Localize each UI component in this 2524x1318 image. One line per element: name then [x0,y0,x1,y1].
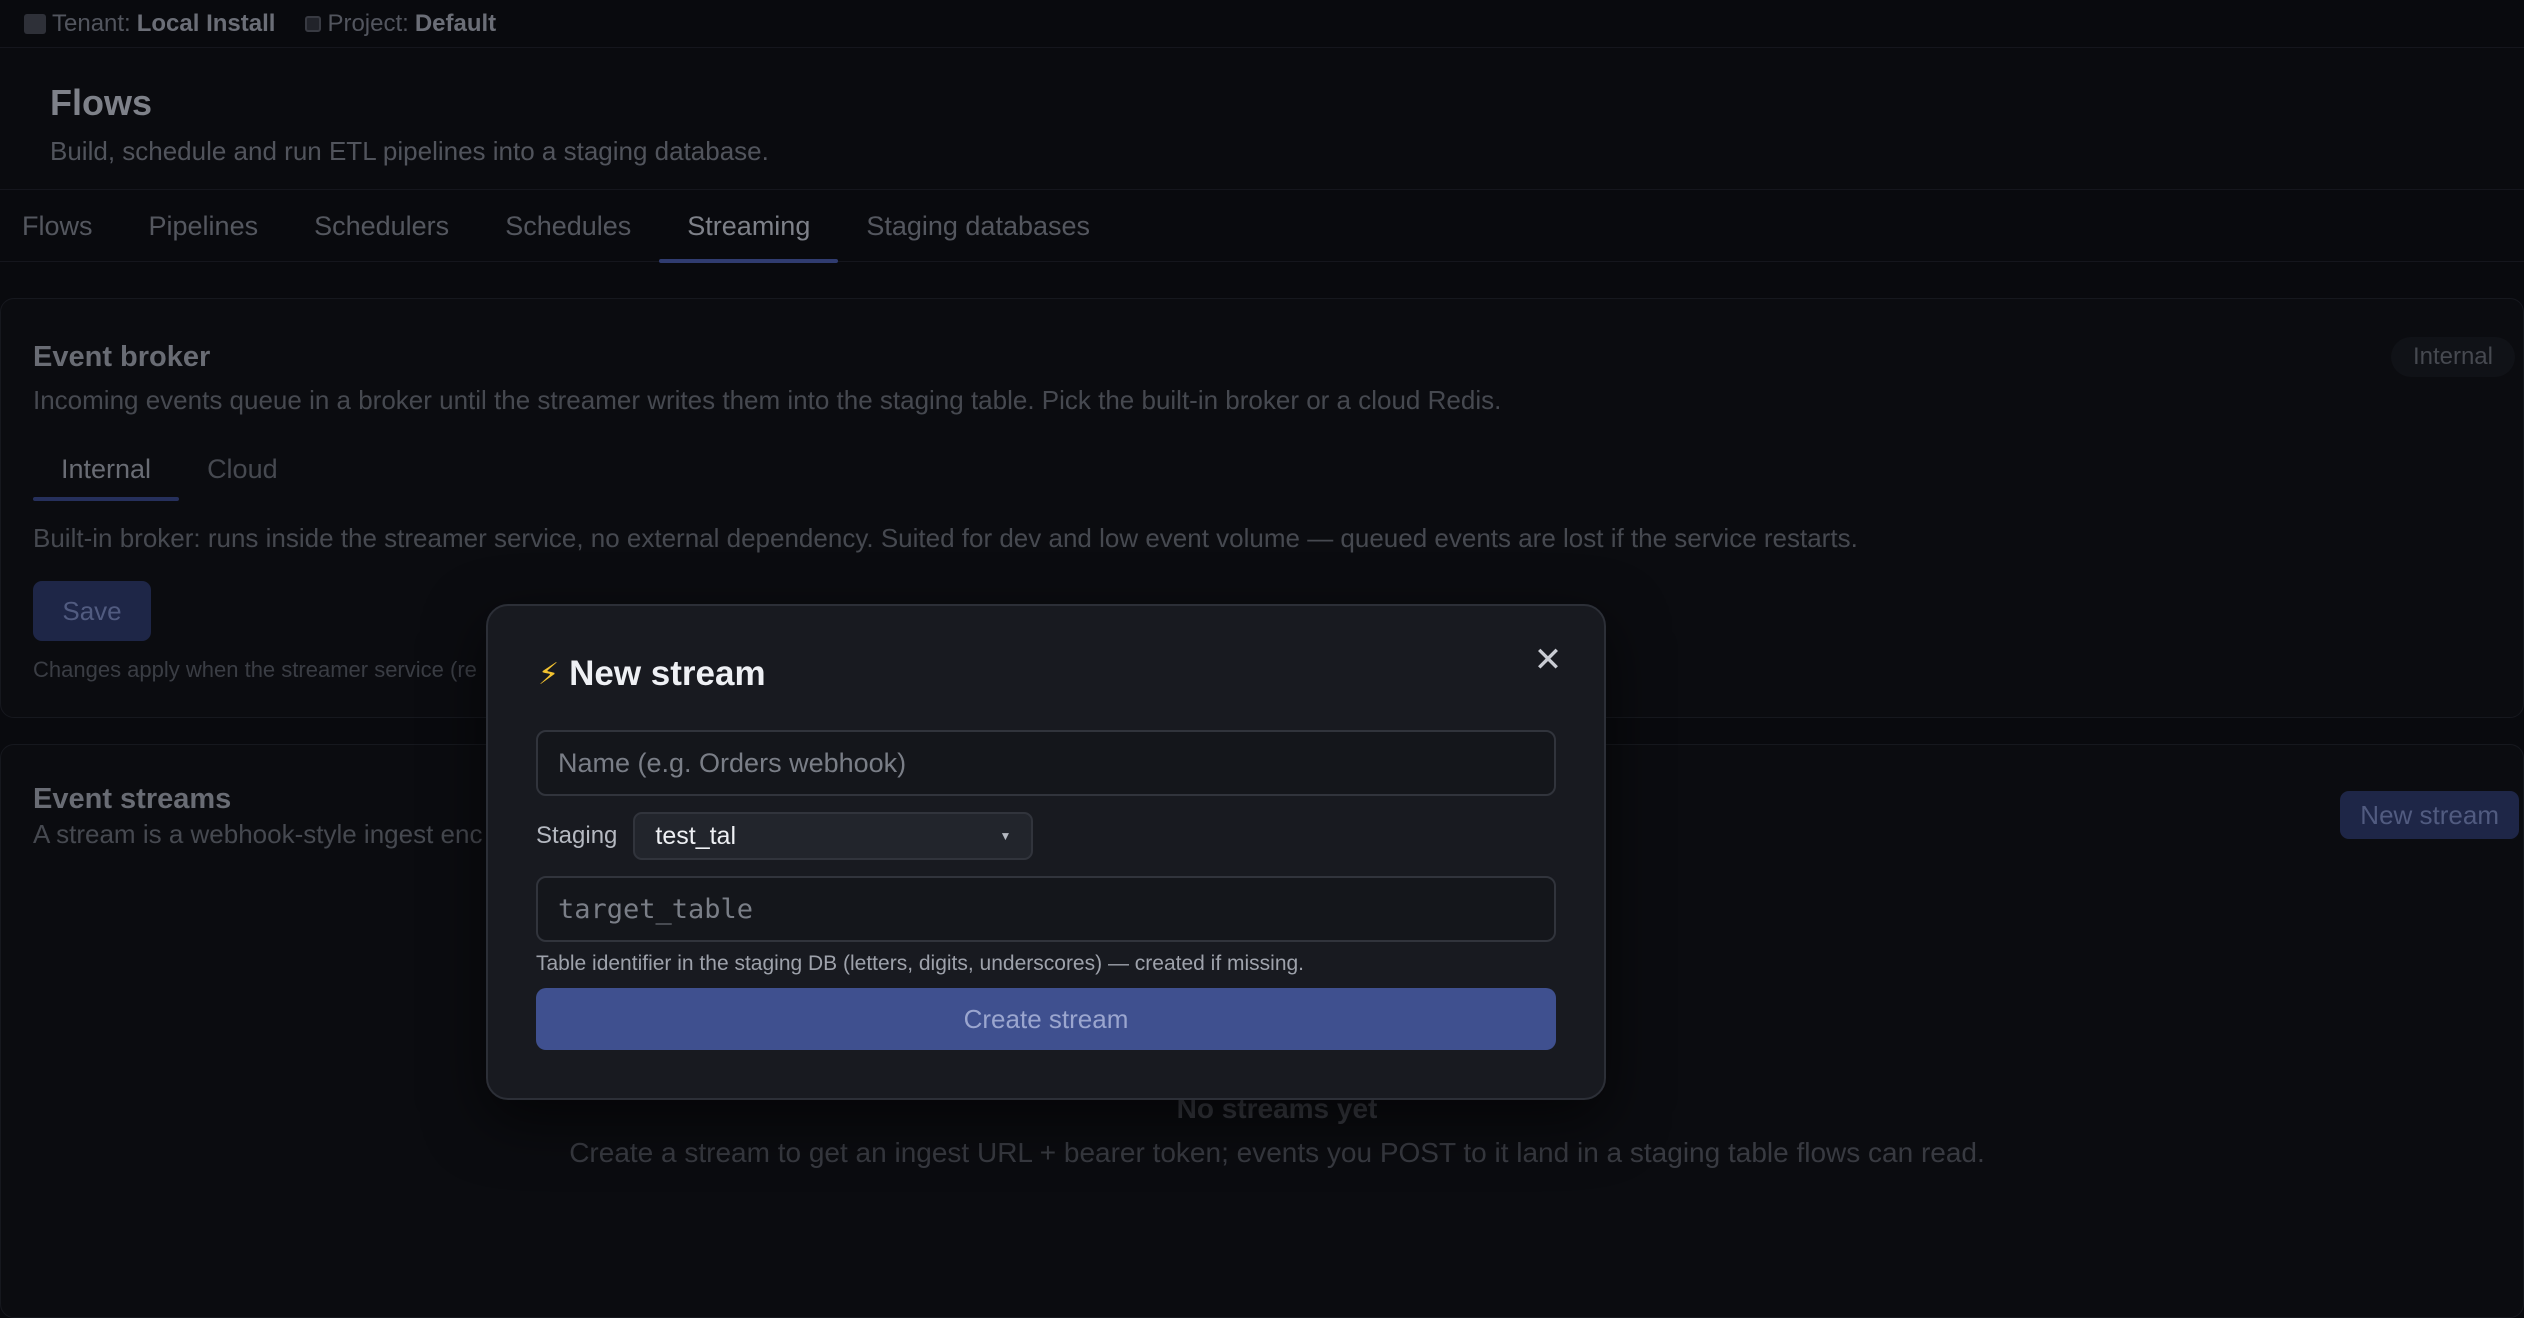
staging-select[interactable]: test_tal ▼ [633,812,1034,860]
target-table-input[interactable] [536,876,1556,942]
staging-select-value: test_tal [655,821,737,850]
target-table-hint: Table identifier in the staging DB (lett… [536,952,1305,975]
dialog-title: ⚡ New stream [538,654,766,694]
staging-label: Staging [536,822,618,849]
staging-row: Staging test_tal ▼ [536,812,1034,860]
lightning-icon: ⚡ [538,657,560,691]
new-stream-dialog: ⚡ New stream ✕ Staging test_tal ▼ Table … [486,604,1606,1100]
stream-name-input[interactable] [536,730,1556,796]
create-stream-button[interactable]: Create stream [536,988,1556,1050]
close-icon[interactable]: ✕ [1528,640,1568,680]
dialog-title-text: New stream [569,654,766,693]
chevron-down-icon: ▼ [999,829,1012,843]
